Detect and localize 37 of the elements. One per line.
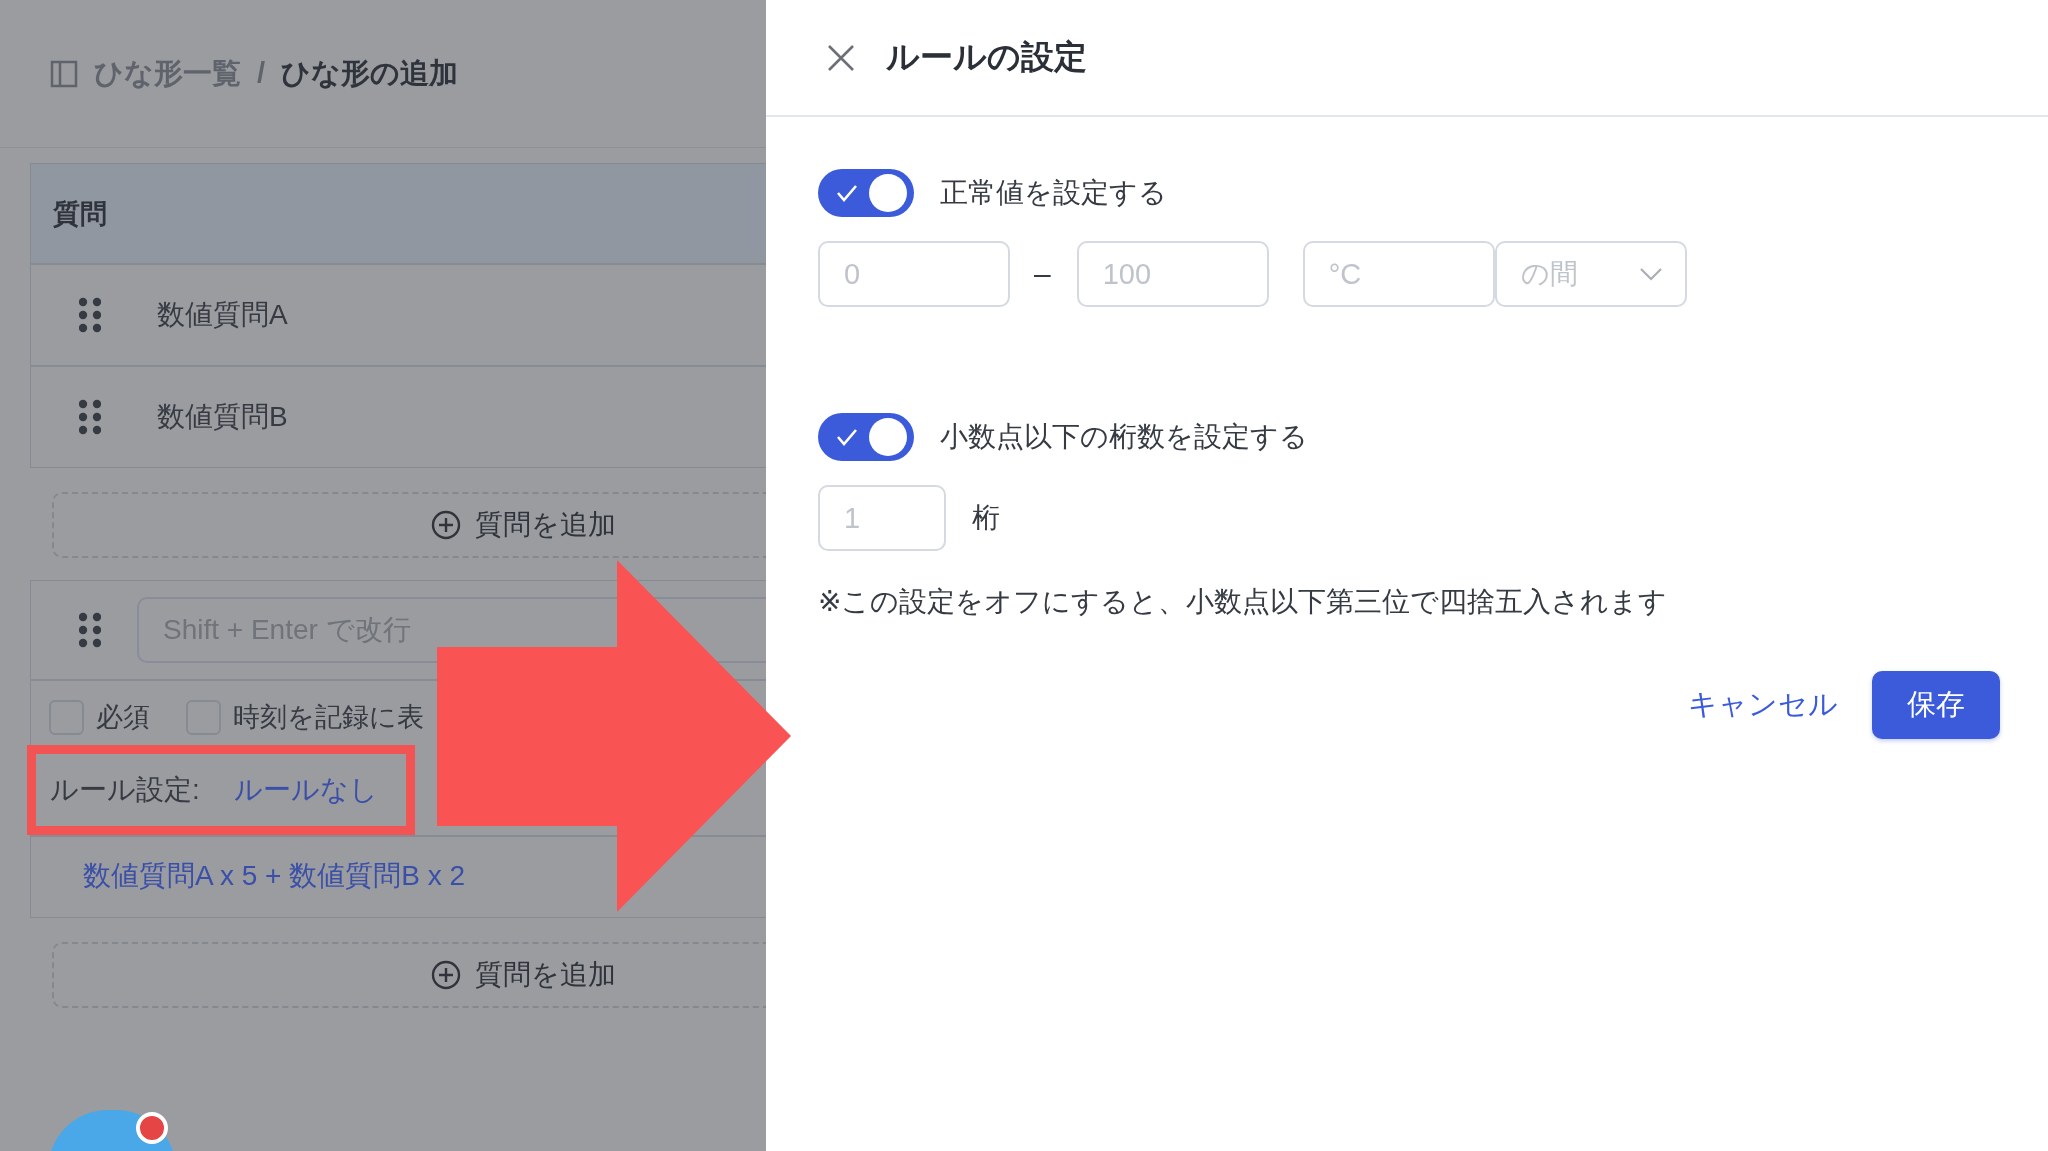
breadcrumb-current: ひな形の追加	[281, 55, 459, 91]
breadcrumb-link[interactable]: ひな形一覧	[94, 53, 241, 94]
save-button[interactable]: 保存	[1872, 671, 2000, 739]
notification-dot	[136, 1112, 168, 1144]
formula-text: 数値質問A x 5 + 数値質問B x 2	[83, 860, 465, 891]
checkbox-label: 必須	[96, 701, 150, 734]
unit-field[interactable]: °C	[1302, 241, 1495, 307]
close-icon	[826, 42, 856, 73]
toggle-label: 正常値を設定する	[940, 176, 1167, 210]
chevron-down-icon	[1638, 267, 1663, 281]
check-icon	[836, 427, 858, 447]
rule-link[interactable]: ルールなし	[233, 771, 378, 809]
plus-circle-icon	[430, 960, 461, 990]
min-field[interactable]: 0	[818, 241, 1010, 307]
dialog-title: ルールの設定	[886, 37, 1087, 77]
breadcrumb-separator: /	[257, 57, 266, 90]
unit-label: 桁	[972, 501, 1000, 535]
question-label[interactable]: 数値質問B	[157, 398, 288, 436]
digits-field[interactable]: 1	[818, 485, 946, 551]
plus-circle-icon	[430, 510, 461, 540]
rule-label: ルール設定:	[50, 773, 200, 807]
cancel-button[interactable]: キャンセル	[1688, 685, 1838, 725]
drag-handle-icon[interactable]	[79, 399, 101, 435]
toggle-label: 小数点以下の桁数を設定する	[940, 420, 1308, 454]
drag-handle-icon[interactable]	[79, 297, 101, 333]
check-icon	[836, 183, 858, 203]
sidebar-icon[interactable]	[50, 59, 78, 88]
card-header: 質問	[31, 164, 766, 265]
checkbox-label: 時刻を記録に表	[233, 701, 424, 734]
toggle-switch[interactable]	[818, 169, 914, 217]
toggle-switch[interactable]	[818, 413, 914, 461]
question-label[interactable]: 数値質問A	[157, 296, 288, 334]
max-field[interactable]: 100	[1076, 241, 1269, 307]
close-button[interactable]	[826, 42, 856, 73]
drag-handle-icon[interactable]	[79, 612, 101, 648]
note-text: ※この設定をオフにすると、小数点以下第三位で四捨五入されます	[818, 585, 1669, 619]
range-separator: –	[1034, 257, 1051, 291]
